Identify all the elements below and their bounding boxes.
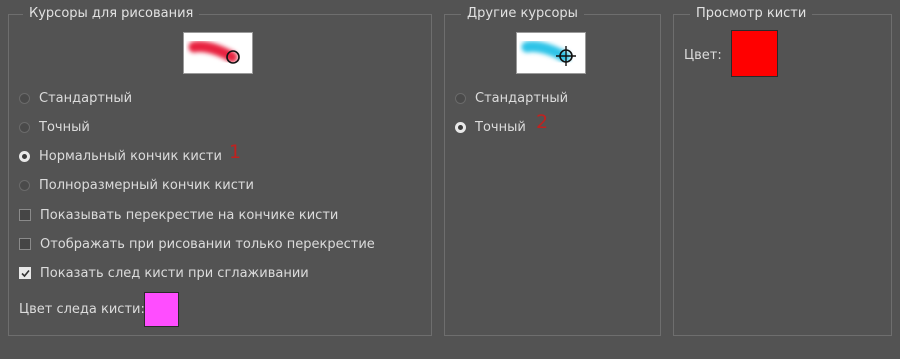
drawing-cursors-title: Курсоры для рисования <box>23 6 200 22</box>
trail-color-swatch[interactable] <box>144 292 179 327</box>
drawing-cursor-full-size-tip-option[interactable]: Полноразмерный кончик кисти <box>19 176 254 194</box>
only-crosshair-label: Отображать при рисовании только перекрес… <box>40 236 375 252</box>
drawing-cursors-group: Курсоры для рисования Стандартный Точный… <box>8 6 432 336</box>
drawing-cursor-full-size-tip-label: Полноразмерный кончик кисти <box>39 177 254 193</box>
brush-stroke-preview-icon <box>188 41 240 64</box>
brush-color-swatch[interactable] <box>731 30 778 77</box>
other-cursor-precise-radio[interactable] <box>455 121 466 133</box>
other-cursor-precise-option[interactable]: Точный <box>455 118 526 136</box>
annotation-2: 2 <box>536 111 549 133</box>
show-crosshair-checkbox[interactable] <box>19 209 31 221</box>
drawing-cursor-precise-option[interactable]: Точный <box>19 118 90 136</box>
other-cursors-title: Другие курсоры <box>461 6 584 22</box>
drawing-cursor-normal-tip-label: Нормальный кончик кисти <box>39 148 222 164</box>
other-cursors-group: Другие курсоры Стандартный Точный 2 <box>444 6 661 336</box>
drawing-cursor-standard-label: Стандартный <box>39 90 133 106</box>
crosshair-preview-icon <box>521 41 576 66</box>
show-brush-trail-label: Показать след кисти при сглаживании <box>40 265 309 281</box>
other-cursor-standard-label: Стандартный <box>475 90 569 106</box>
drawing-cursor-normal-tip-radio[interactable] <box>19 150 30 162</box>
show-crosshair-label: Показывать перекрестие на кончике кисти <box>40 207 339 223</box>
brush-color-label: Цвет: <box>684 48 722 63</box>
only-crosshair-option[interactable]: Отображать при рисовании только перекрес… <box>19 235 375 253</box>
other-cursor-standard-radio[interactable] <box>455 92 466 104</box>
drawing-cursor-standard-radio[interactable] <box>19 92 30 104</box>
only-crosshair-checkbox[interactable] <box>19 238 31 250</box>
annotation-1: 1 <box>229 141 242 163</box>
show-crosshair-option[interactable]: Показывать перекрестие на кончике кисти <box>19 206 338 224</box>
brush-preview-group: Просмотр кисти Цвет: <box>673 6 892 336</box>
drawing-cursor-standard-option[interactable]: Стандартный <box>19 89 132 107</box>
drawing-cursor-normal-tip-option[interactable]: Нормальный кончик кисти <box>19 147 222 165</box>
other-cursor-preview <box>516 32 586 74</box>
other-cursor-precise-label: Точный <box>475 119 526 135</box>
show-brush-trail-option[interactable]: Показать след кисти при сглаживании <box>19 264 309 282</box>
drawing-cursor-preview <box>183 32 253 74</box>
brush-preview-title: Просмотр кисти <box>690 6 813 22</box>
drawing-cursor-precise-radio[interactable] <box>19 121 30 133</box>
other-cursor-standard-option[interactable]: Стандартный <box>455 89 568 107</box>
checkmark-icon <box>21 269 30 278</box>
drawing-cursor-precise-label: Точный <box>39 119 90 135</box>
drawing-cursor-full-size-tip-radio[interactable] <box>19 179 30 191</box>
trail-color-label: Цвет следа кисти: <box>19 302 145 317</box>
show-brush-trail-checkbox[interactable] <box>19 267 31 279</box>
